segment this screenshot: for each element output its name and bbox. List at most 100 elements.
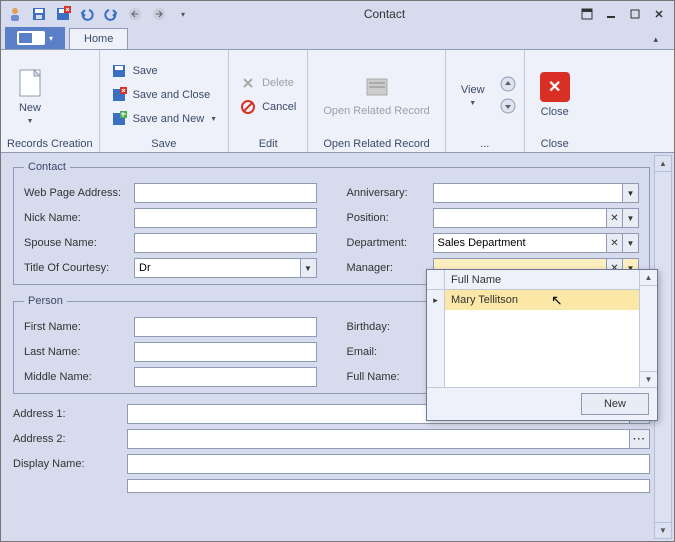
group-save: Save Save and Close Save and New ▼ Save bbox=[100, 50, 229, 152]
title-courtesy-input[interactable] bbox=[134, 258, 301, 278]
group-label-open-related: Open Related Record bbox=[314, 136, 438, 150]
middle-name-input[interactable] bbox=[134, 367, 317, 387]
cursor-icon: ↖ bbox=[551, 292, 563, 309]
address2-input[interactable] bbox=[127, 429, 630, 449]
quick-access-toolbar: ▾ bbox=[5, 4, 193, 24]
qat-save-close-icon[interactable] bbox=[53, 4, 73, 24]
dropdown-scrollbar[interactable]: ▲ ▼ bbox=[639, 270, 657, 387]
field-middle-name: Middle Name: bbox=[24, 367, 317, 387]
close-button[interactable]: ✕ Close bbox=[531, 56, 579, 134]
new-button[interactable]: New ▼ bbox=[7, 56, 53, 134]
dropdown-column-header[interactable]: Full Name bbox=[445, 270, 639, 290]
form-area: ▲ ▼ Contact Web Page Address: Anniversar… bbox=[1, 153, 674, 541]
anniversary-input[interactable] bbox=[433, 183, 624, 203]
dropdown-arrow-icon: ▼ bbox=[210, 116, 217, 123]
delete-icon bbox=[240, 75, 256, 91]
dropdown-footer: New bbox=[427, 388, 657, 420]
qat-save-icon[interactable] bbox=[29, 4, 49, 24]
save-icon bbox=[111, 63, 127, 79]
field-address2: Address 2: ··· bbox=[13, 429, 650, 449]
qat-prev-icon[interactable] bbox=[125, 4, 145, 24]
nav-up-button[interactable] bbox=[498, 74, 518, 94]
web-page-input[interactable] bbox=[134, 183, 317, 203]
ribbon: New ▼ Records Creation Save Save and Clo… bbox=[1, 49, 674, 153]
dropdown-row-header-col: ▸ bbox=[427, 270, 445, 387]
last-name-input[interactable] bbox=[134, 342, 317, 362]
close-icon: ✕ bbox=[540, 72, 570, 102]
group-label-edit: Edit bbox=[235, 136, 301, 150]
scroll-up-icon[interactable]: ▲ bbox=[655, 156, 671, 172]
contact-section: Contact Web Page Address: Anniversary: ▼… bbox=[13, 161, 650, 285]
display-name-input[interactable] bbox=[127, 454, 650, 474]
save-new-button[interactable]: Save and New ▼ bbox=[106, 108, 222, 130]
window-title: Contact bbox=[197, 7, 572, 21]
group-label-records: Records Creation bbox=[7, 136, 93, 150]
field-first-name: First Name: bbox=[24, 317, 317, 337]
first-name-input[interactable] bbox=[134, 317, 317, 337]
field-display-name: Display Name: bbox=[13, 454, 650, 474]
field-spouse-name: Spouse Name: bbox=[24, 233, 317, 253]
position-dropdown-icon[interactable]: ▼ bbox=[623, 208, 639, 228]
spouse-name-input[interactable] bbox=[134, 233, 317, 253]
position-input[interactable] bbox=[433, 208, 608, 228]
delete-button: Delete bbox=[235, 72, 301, 94]
view-button[interactable]: View ▼ bbox=[452, 56, 494, 134]
field-last-name: Last Name: bbox=[24, 342, 317, 362]
dd-scroll-up-icon[interactable]: ▲ bbox=[640, 270, 657, 286]
row-indicator-icon: ▸ bbox=[427, 290, 444, 310]
open-related-button: Open Related Record bbox=[314, 56, 438, 134]
field-department: Department: ✕▼ bbox=[347, 233, 640, 253]
open-related-icon bbox=[363, 73, 391, 101]
field-title-courtesy: Title Of Courtesy: ▼ bbox=[24, 258, 317, 278]
scroll-down-icon[interactable]: ▼ bbox=[655, 522, 671, 538]
view-switcher[interactable]: ▾ bbox=[5, 27, 65, 49]
qat-next-icon[interactable] bbox=[149, 4, 169, 24]
title-courtesy-dropdown-icon[interactable]: ▼ bbox=[301, 258, 317, 278]
field-position: Position: ✕▼ bbox=[347, 208, 640, 228]
qat-redo-icon[interactable] bbox=[101, 4, 121, 24]
group-label-save: Save bbox=[106, 136, 222, 150]
dropdown-new-button[interactable]: New bbox=[581, 393, 649, 415]
department-input[interactable] bbox=[433, 233, 608, 253]
anniversary-dropdown-icon[interactable]: ▼ bbox=[623, 183, 639, 203]
save-close-button[interactable]: Save and Close bbox=[106, 84, 222, 106]
dropdown-grid: ▸ Full Name Mary Tellitson ↖ ▲ ▼ bbox=[427, 270, 657, 388]
dd-scroll-down-icon[interactable]: ▼ bbox=[640, 371, 657, 387]
field-anniversary: Anniversary: ▼ bbox=[347, 183, 640, 203]
ribbon-tabs: ▾ Home ▴ bbox=[1, 27, 674, 49]
extra-input[interactable] bbox=[127, 479, 650, 493]
field-web-page: Web Page Address: bbox=[24, 183, 317, 203]
app-icon[interactable] bbox=[5, 4, 25, 24]
tab-home[interactable]: Home bbox=[69, 28, 128, 49]
ribbon-collapse-icon[interactable]: ▴ bbox=[645, 30, 666, 49]
save-button[interactable]: Save bbox=[106, 60, 222, 82]
group-label-view: ... bbox=[452, 136, 518, 150]
cancel-icon bbox=[240, 99, 256, 115]
ribbon-display-options-icon[interactable] bbox=[576, 4, 598, 24]
department-dropdown-icon[interactable]: ▼ bbox=[623, 233, 639, 253]
cancel-button[interactable]: Cancel bbox=[235, 96, 301, 118]
group-label-close: Close bbox=[531, 136, 579, 150]
window-buttons bbox=[576, 4, 670, 24]
maximize-icon[interactable] bbox=[624, 4, 646, 24]
address2-ellipsis-icon[interactable]: ··· bbox=[630, 429, 650, 449]
nav-down-button[interactable] bbox=[498, 96, 518, 116]
dropdown-row[interactable]: Mary Tellitson ↖ bbox=[445, 290, 639, 310]
nick-name-input[interactable] bbox=[134, 208, 317, 228]
close-window-icon[interactable] bbox=[648, 4, 670, 24]
contact-legend: Contact bbox=[24, 161, 70, 173]
qat-undo-icon[interactable] bbox=[77, 4, 97, 24]
group-records-creation: New ▼ Records Creation bbox=[1, 50, 100, 152]
save-close-icon bbox=[111, 87, 127, 103]
arrow-up-icon bbox=[500, 76, 516, 92]
dropdown-arrow-icon: ▼ bbox=[469, 100, 476, 107]
contact-window: ▾ Contact ▾ Home ▴ New ▼ bbox=[0, 0, 675, 542]
dropdown-arrow-icon: ▼ bbox=[27, 118, 34, 125]
group-view: View ▼ ... bbox=[446, 50, 525, 152]
new-document-icon bbox=[16, 66, 44, 98]
department-clear-icon[interactable]: ✕ bbox=[607, 233, 623, 253]
qat-customize-icon[interactable]: ▾ bbox=[173, 4, 193, 24]
position-clear-icon[interactable]: ✕ bbox=[607, 208, 623, 228]
person-legend: Person bbox=[24, 295, 67, 307]
minimize-icon[interactable] bbox=[600, 4, 622, 24]
